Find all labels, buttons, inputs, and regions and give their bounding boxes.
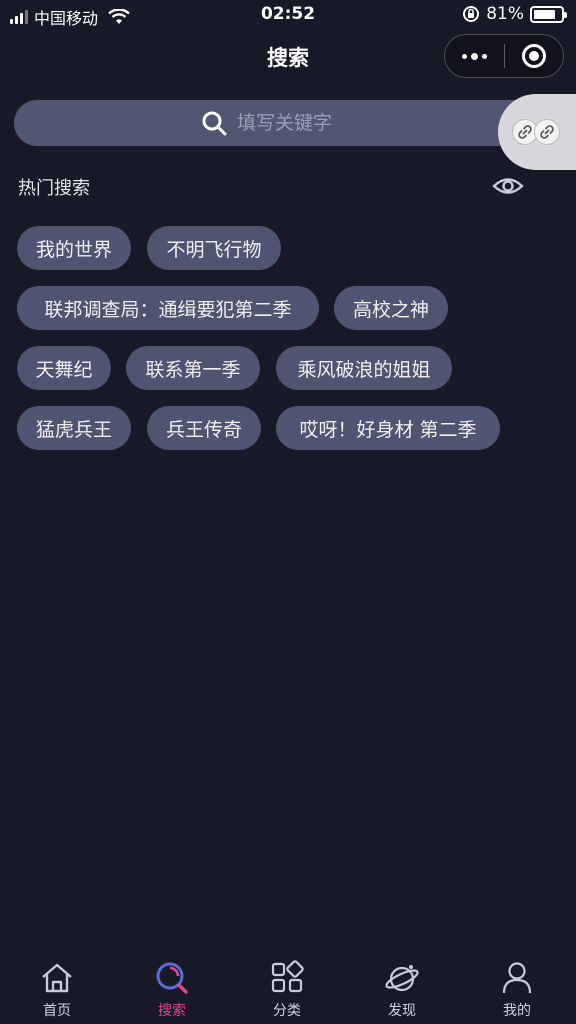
- tab-label: 分类: [273, 1003, 301, 1019]
- hot-tag[interactable]: 兵王传奇: [147, 406, 261, 450]
- hot-tag[interactable]: 猛虎兵王: [17, 406, 131, 450]
- tab-category[interactable]: 分类: [247, 960, 327, 1020]
- search-icon: [156, 962, 188, 994]
- user-icon: [502, 962, 532, 994]
- search-icon: [202, 111, 227, 136]
- home-icon: [42, 963, 72, 993]
- tab-profile[interactable]: 我的: [477, 960, 557, 1020]
- hot-tag[interactable]: 联系第一季: [126, 346, 260, 390]
- hot-tag[interactable]: 不明飞行物: [147, 226, 281, 270]
- target-icon: [521, 44, 546, 68]
- search-bar[interactable]: [14, 100, 544, 146]
- discover-icon: [385, 965, 419, 992]
- hot-tag[interactable]: 哎呀！好身材 第二季: [276, 406, 500, 450]
- floating-link-button[interactable]: [498, 94, 576, 170]
- tab-search[interactable]: 搜索: [132, 960, 212, 1020]
- battery-fill: [534, 9, 556, 19]
- category-icon: [271, 960, 304, 993]
- search-input[interactable]: [237, 112, 357, 134]
- rotation-lock-icon: [463, 6, 480, 22]
- miniprogram-capsule: [444, 34, 564, 78]
- eye-icon[interactable]: [492, 172, 524, 200]
- status-bar: 中国移动 02:52 81%: [0, 0, 576, 30]
- battery-icon: [530, 5, 567, 23]
- hot-tag[interactable]: 天舞纪: [17, 346, 111, 390]
- tab-label: 首页: [43, 1003, 71, 1019]
- tab-label: 发现: [388, 1003, 416, 1019]
- tab-home[interactable]: 首页: [17, 960, 97, 1020]
- hot-tag[interactable]: 乘风破浪的姐姐: [276, 346, 452, 390]
- more-dots-icon: [461, 52, 487, 60]
- tab-discover[interactable]: 发现: [362, 960, 442, 1020]
- tab-label: 我的: [503, 1003, 531, 1019]
- tab-label: 搜索: [158, 1003, 186, 1019]
- hot-search-title: 热门搜索: [18, 178, 90, 199]
- close-miniprogram-button[interactable]: [504, 35, 563, 77]
- battery-percent: 81%: [486, 4, 524, 24]
- link-icon: [534, 119, 560, 145]
- hot-tag[interactable]: 联邦调查局：通缉要犯第二季: [17, 286, 319, 330]
- hot-tag[interactable]: 我的世界: [17, 226, 131, 270]
- more-button[interactable]: [445, 35, 504, 77]
- tab-bar: 首页 搜索 分类 发现 我的: [0, 950, 576, 1024]
- hot-tag[interactable]: 高校之神: [334, 286, 448, 330]
